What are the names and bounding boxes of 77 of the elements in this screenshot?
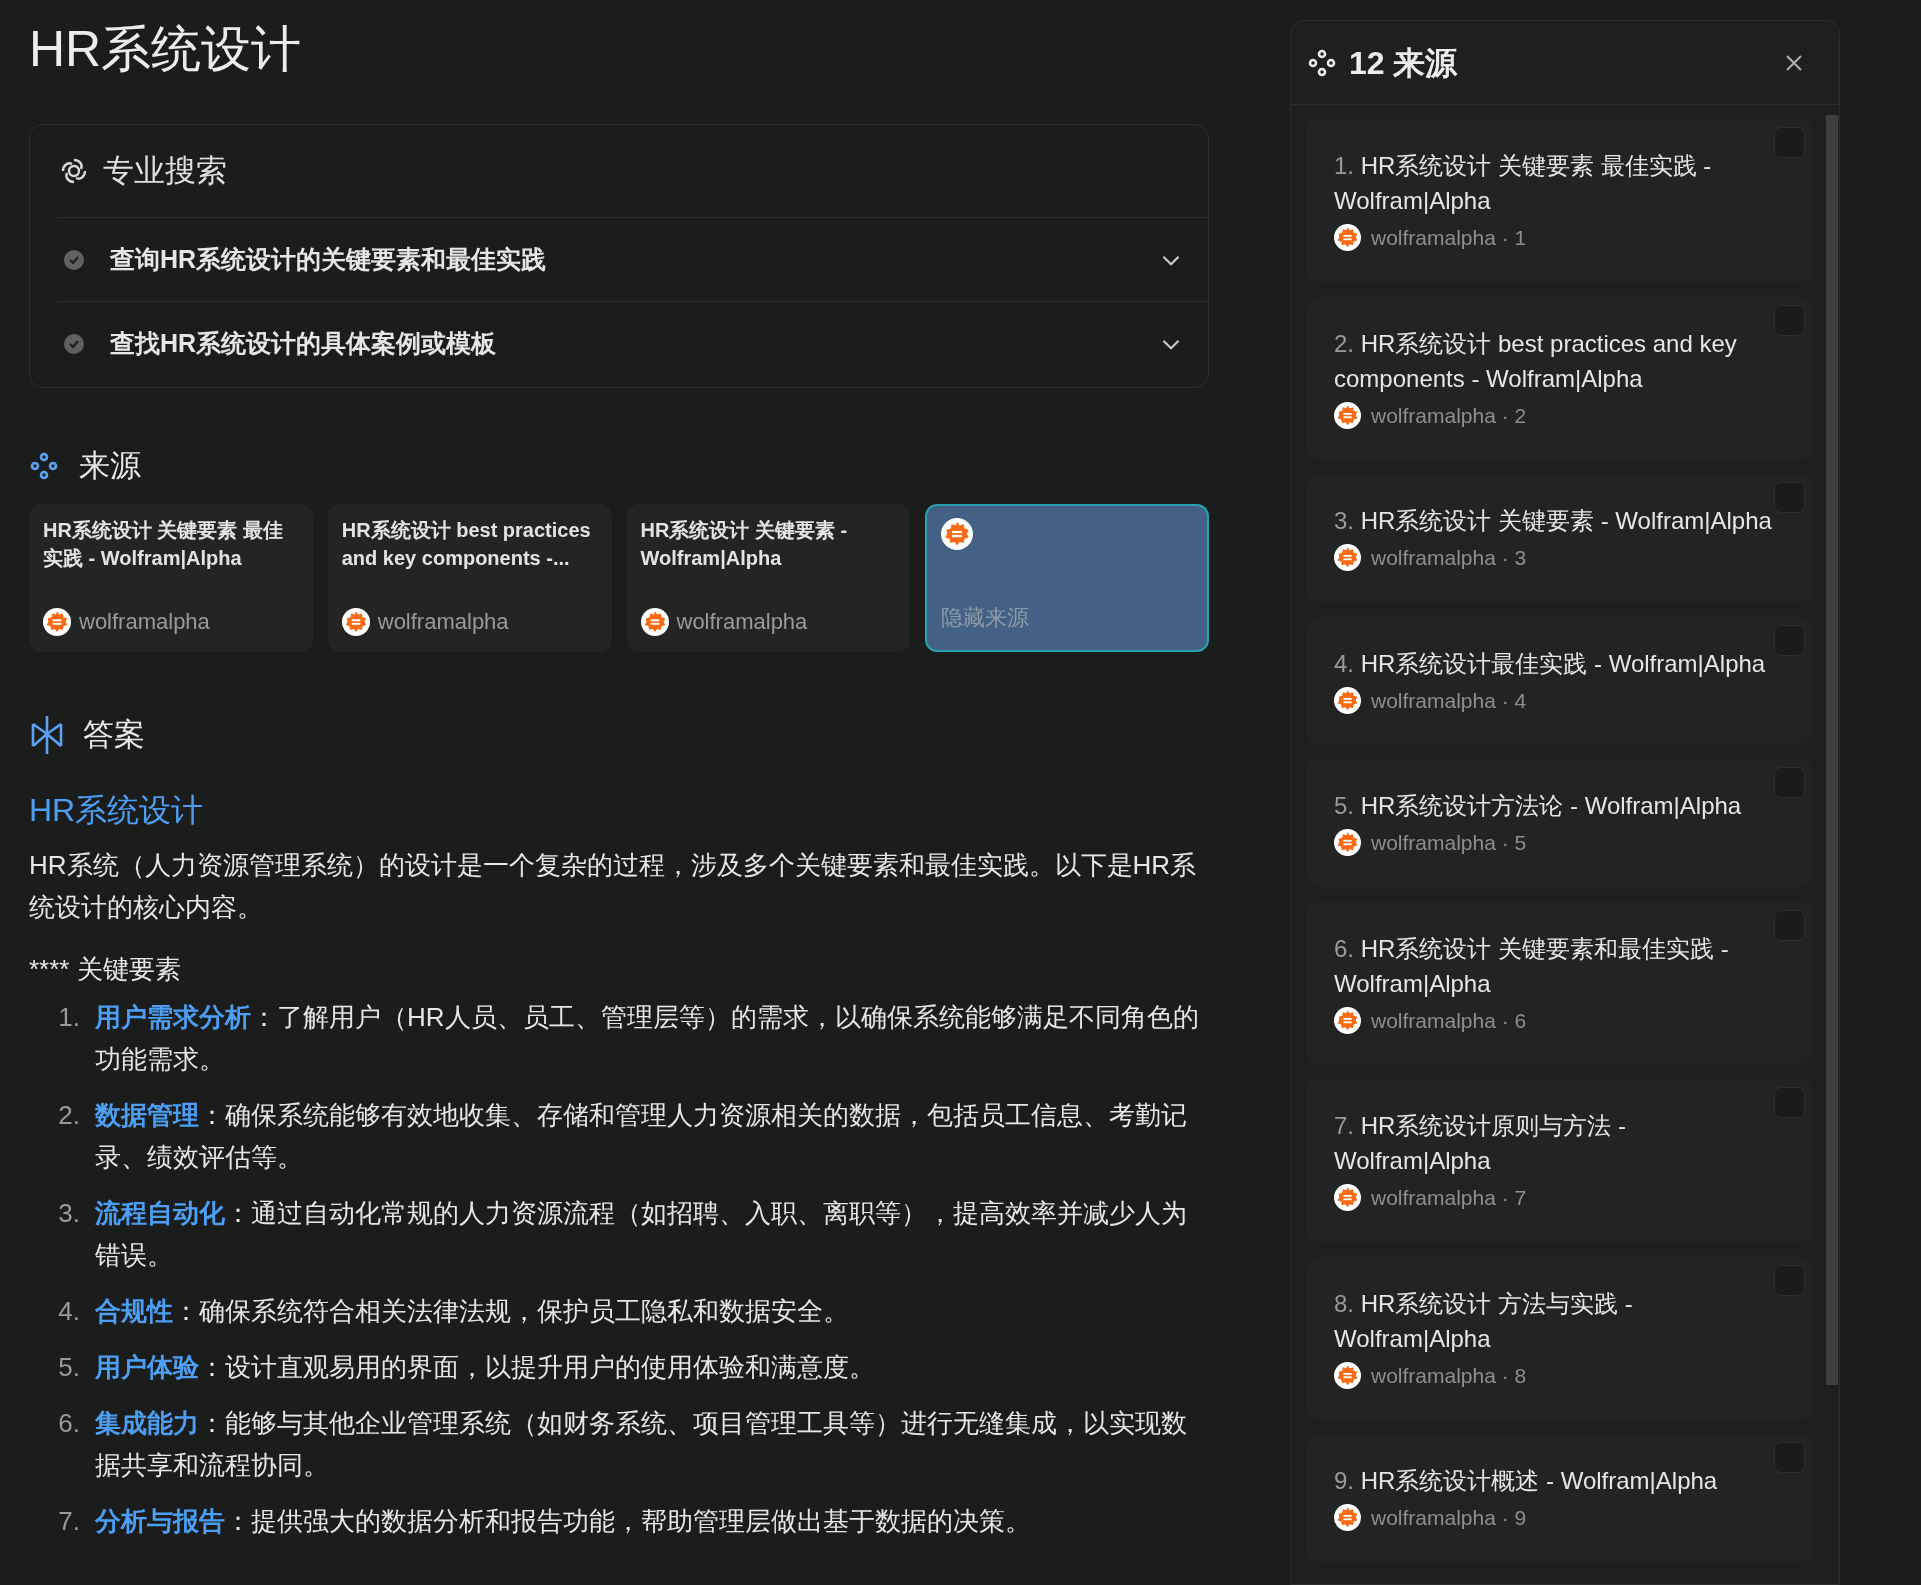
list-number: 4.: [57, 1295, 81, 1328]
section-heading: **** 关键要素: [29, 953, 181, 986]
source-title: HR系统设计 best practices and key components -...: [341, 518, 592, 571]
site-logo-icon: [1334, 1006, 1361, 1034]
source-list-title: 6. HR系统设计 关键要素和最佳实践 - Wolfram|Alpha: [1334, 933, 1730, 999]
source-list-card[interactable]: 6. HR系统设计 关键要素和最佳实践 - Wolfram|Alpha wolframalpha · 6: [1306, 901, 1813, 1064]
sources-heading: 来源: [79, 446, 141, 485]
list-number: 2.: [57, 1099, 81, 1132]
site-logo-icon: [1334, 401, 1361, 429]
source-list-title: 1. HR系统设计 关键要素 最佳实践 - Wolfram|Alpha: [1334, 151, 1713, 216]
source-site: wolframalpha: [377, 608, 509, 636]
source-list-title: 3. HR系统设计 关键要素 - Wolfram|Alpha: [1334, 506, 1773, 536]
site-logo-icon: [43, 607, 71, 636]
source-card[interactable]: HR系统设计 best practices and key components -... wolframalpha: [327, 504, 612, 652]
source-list-title: 9. HR系统设计概述 - Wolfram|Alpha: [1334, 1466, 1719, 1496]
site-logo-icon: [341, 607, 370, 636]
source-list-meta: wolframalpha · 2: [1371, 402, 1527, 429]
source-list-meta: wolframalpha · 7: [1371, 1185, 1527, 1211]
list-item-text: 合规性：确保系统符合相关法律法规，保护员工隐私和数据安全。: [95, 1295, 849, 1328]
site-logo-icon: [1334, 224, 1361, 252]
sources-icon: [29, 451, 59, 481]
source-title: HR系统设计 关键要素 - Wolfram|Alpha: [640, 518, 849, 571]
source-list-meta: wolframalpha · 3: [1371, 545, 1527, 571]
site-logo-icon: [1334, 544, 1361, 572]
source-list-meta: wolframalpha · 8: [1371, 1362, 1527, 1389]
source-list-meta: wolframalpha · 9: [1371, 1505, 1527, 1531]
list-item-text: 分析与报告：提供强大的数据分析和报告功能，帮助管理层做出基于数据的决策。: [95, 1505, 1031, 1538]
list-number: 7.: [57, 1505, 81, 1538]
source-list-title: 4. HR系统设计最佳实践 - Wolfram|Alpha: [1334, 648, 1767, 679]
source-list-card[interactable]: 1. HR系统设计 关键要素 最佳实践 - Wolfram|Alpha wolframalpha · 1: [1306, 119, 1813, 282]
site-logo-icon: [1334, 1361, 1361, 1389]
list-item-text: 流程自动化：通过自动化常规的人力资源流程（如招聘、入职、离职等），提高效率并减少人为错误。: [95, 1197, 1188, 1272]
source-list-title: 7. HR系统设计原则与方法 - Wolfram|Alpha: [1334, 1111, 1627, 1176]
source-list-title: 5. HR系统设计方法论 - Wolfram|Alpha: [1334, 791, 1743, 821]
pro-search-title: 专业搜索: [103, 151, 227, 190]
source-list-card[interactable]: 5. HR系统设计方法论 - Wolfram|Alpha wolframalpha · 5: [1306, 759, 1813, 887]
source-list-card[interactable]: 4. HR系统设计最佳实践 - Wolfram|Alpha wolframalpha · 4: [1306, 616, 1813, 744]
source-list-title: 2. HR系统设计 best practices and key components - Wolfram|Alpha: [1334, 328, 1738, 394]
source-list-meta: wolframalpha · 1: [1371, 225, 1527, 251]
list-number: 6.: [57, 1407, 81, 1440]
source-list-meta: wolframalpha · 6: [1371, 1007, 1527, 1034]
scrollbar-thumb[interactable]: [1826, 115, 1838, 1385]
source-list-title: 8. HR系统设计 方法与实践 - Wolfram|Alpha: [1334, 1288, 1634, 1354]
site-logo-icon: [1334, 1504, 1361, 1532]
list-item-text: 用户需求分析：了解用户（HR人员、员工、管理层等）的需求，以确保系统能够满足不同角色的功能需求。: [95, 1001, 1200, 1076]
search-step-text: 查询HR系统设计的关键要素和最佳实践: [110, 243, 548, 275]
source-list-card[interactable]: 7. HR系统设计原则与方法 - Wolfram|Alpha wolframalpha · 7: [1306, 1079, 1813, 1242]
site-logo-icon: [1334, 686, 1361, 714]
source-list-meta: wolframalpha · 5: [1371, 830, 1527, 856]
answer-title: HR系统设计: [29, 791, 204, 830]
source-site: wolframalpha: [676, 608, 808, 636]
site-logo-icon: [640, 607, 669, 636]
source-card[interactable]: HR系统设计 关键要素 - Wolfram|Alpha wolframalpha: [626, 504, 911, 652]
answer-intro: HR系统（人力资源管理系统）的设计是一个复杂的过程，涉及多个关键要素和最佳实践。以下是HR系统设计的核心内容。: [29, 849, 1198, 924]
page-title: HR系统设计: [29, 20, 302, 79]
panel-title: 12 来源: [1349, 43, 1459, 83]
list-number: 1.: [57, 1001, 81, 1034]
snowflake-icon: [29, 714, 65, 756]
list-item-text: 集成能力：能够与其他企业管理系统（如财务系统、项目管理工具等）进行无缝集成，以实现数据共享和流程协同。: [95, 1407, 1188, 1482]
site-logo-icon: [1334, 829, 1361, 857]
list-item-text: 数据管理：确保系统能够有效地收集、存储和管理人力资源相关的数据，包括员工信息、考勤记录、绩效评估等。: [95, 1099, 1188, 1174]
sources-icon: [1307, 47, 1337, 78]
site-logo-icon: [941, 518, 974, 550]
source-list-card[interactable]: 3. HR系统设计 关键要素 - Wolfram|Alpha wolframalpha · 3: [1306, 474, 1813, 602]
source-list-card[interactable]: 2. HR系统设计 best practices and key components - Wolfram|Alpha wolframalpha · 2: [1306, 296, 1813, 459]
source-list-meta: wolframalpha · 4: [1371, 687, 1527, 714]
source-list-card[interactable]: 9. HR系统设计概述 - Wolfram|Alpha wolframalpha · 9: [1306, 1434, 1813, 1562]
search-step-text: 查找HR系统设计的具体案例或模板: [110, 327, 498, 359]
list-number: 3.: [57, 1197, 81, 1230]
source-title: HR系统设计 关键要素 最佳实践 - Wolfram|Alpha: [43, 518, 284, 571]
source-card[interactable]: HR系统设计 关键要素 最佳实践 - Wolfram|Alpha wolframalpha: [29, 504, 313, 652]
list-number: 5.: [57, 1351, 81, 1384]
source-site: wolframalpha: [79, 608, 210, 636]
answer-heading: 答案: [83, 715, 145, 754]
source-list-card[interactable]: 8. HR系统设计 方法与实践 - Wolfram|Alpha wolframalpha · 8: [1306, 1256, 1813, 1419]
list-item-text: 用户体验：设计直观易用的界面，以提升用户的使用体验和满意度。: [95, 1351, 875, 1384]
site-logo-icon: [1334, 1184, 1361, 1212]
